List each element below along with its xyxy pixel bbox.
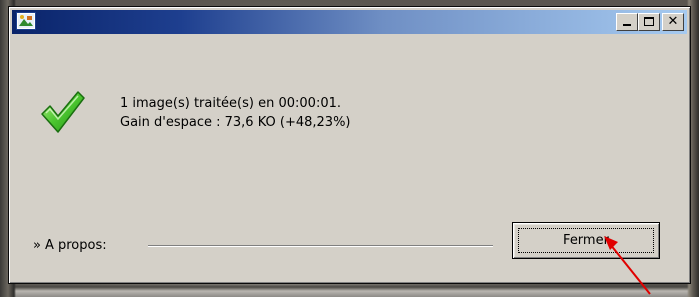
close-icon: ✕ [667,14,679,29]
minimize-button[interactable] [616,13,638,31]
expand-icon: » [33,238,41,253]
space-gain-text: Gain d'espace : 73,6 KO (+48,23%) [120,115,351,130]
annotation-arrow-icon [604,236,651,295]
app-icon[interactable] [16,12,36,30]
checkmark-icon [41,91,85,133]
about-label: A propos: [44,238,107,253]
maximize-button[interactable] [638,13,660,31]
result-message: 1 image(s) traitée(s) en 00:00:01. Gain … [120,94,351,132]
close-button[interactable]: ✕ [662,13,684,31]
window-controls: ✕ [616,13,684,31]
separator-line [148,245,493,247]
processed-count-text: 1 image(s) traitée(s) en 00:00:01. [120,96,341,111]
minimize-icon [623,24,631,26]
about-link[interactable]: » A propos: [33,238,107,253]
title-bar[interactable]: ✕ [12,10,687,34]
maximize-icon [644,17,654,26]
